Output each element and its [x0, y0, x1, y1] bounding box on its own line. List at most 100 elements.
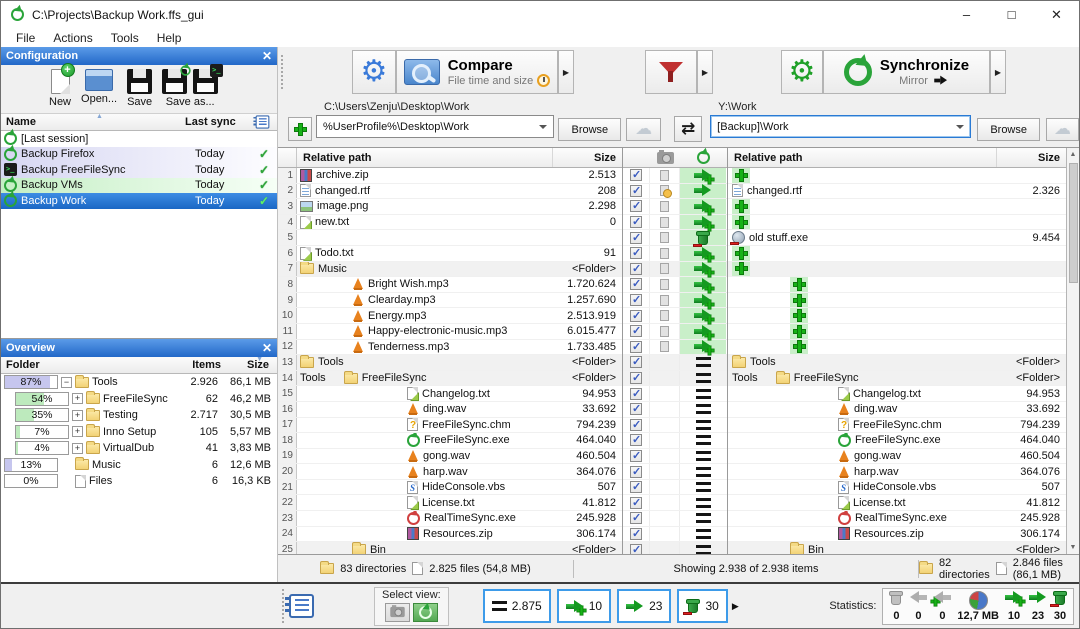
config-row[interactable]: Backup WorkToday✓: [1, 193, 277, 209]
menu-actions[interactable]: Actions: [44, 31, 101, 45]
overview-row[interactable]: 87%−Tools2.92686,1 MB: [1, 374, 277, 391]
file-row-left[interactable]: 14ToolsFreeFileSync<Folder>: [278, 371, 622, 387]
file-row-left[interactable]: 8Bright Wish.mp31.720.624: [278, 277, 622, 293]
file-row-right[interactable]: License.txt41.812: [728, 495, 1066, 511]
file-row-left[interactable]: 12Tenderness.mp31.733.485: [278, 340, 622, 356]
sync-action-cell[interactable]: [680, 199, 726, 214]
compare-button[interactable]: Compare File time and size: [396, 50, 558, 94]
file-row-left[interactable]: 3image.png2.298: [278, 199, 622, 215]
action-view-button[interactable]: [680, 148, 726, 167]
file-row-right[interactable]: HideConsole.vbs507: [728, 480, 1066, 496]
sync-action-cell[interactable]: [680, 418, 726, 433]
sync-action-cell[interactable]: [680, 230, 726, 245]
config-row[interactable]: Backup FirefoxToday✓: [1, 147, 277, 163]
scroll-up-icon[interactable]: ▲: [1070, 148, 1077, 161]
include-checkbox[interactable]: [630, 169, 642, 181]
include-checkbox[interactable]: [630, 403, 642, 415]
synchronize-button[interactable]: Synchronize Mirror: [823, 50, 990, 94]
file-row-left[interactable]: 2changed.rtf208: [278, 184, 622, 200]
file-row-left[interactable]: 20harp.wav364.076: [278, 464, 622, 480]
file-row-right[interactable]: Tools<Folder>: [728, 355, 1066, 371]
expander-toggle[interactable]: +: [72, 410, 83, 421]
synchronize-dropdown-button[interactable]: ▶: [990, 50, 1006, 94]
sync-action-cell[interactable]: [680, 340, 726, 355]
overview-row[interactable]: 4%+VirtualDub413,83 MB: [1, 440, 277, 457]
file-row-left[interactable]: 24Resources.zip306.174: [278, 527, 622, 543]
file-row-right[interactable]: Resources.zip306.174: [728, 527, 1066, 543]
bottombar-gripper[interactable]: [282, 589, 284, 623]
save-as-batch-icon[interactable]: [193, 69, 218, 94]
filter-dropdown-button[interactable]: ▶: [697, 50, 713, 94]
include-checkbox[interactable]: [630, 278, 642, 290]
include-checkbox[interactable]: [630, 294, 642, 306]
sync-action-cell[interactable]: [680, 184, 726, 199]
file-row-left[interactable]: 16ding.wav33.692: [278, 402, 622, 418]
file-row-right[interactable]: [728, 262, 1066, 278]
file-row-right[interactable]: [728, 340, 1066, 356]
sync-action-cell[interactable]: [680, 215, 726, 230]
config-row[interactable]: Backup VMsToday✓: [1, 178, 277, 194]
toolbar-gripper[interactable]: [281, 55, 283, 89]
file-row-left[interactable]: 4new.txt0: [278, 215, 622, 231]
column-relative-path[interactable]: Relative path: [297, 152, 552, 164]
left-path-combo[interactable]: %UserProfile%\Desktop\Work: [316, 115, 554, 138]
include-checkbox[interactable]: [630, 466, 642, 478]
file-row-left[interactable]: 1archive.zip2.513: [278, 168, 622, 184]
sync-action-cell[interactable]: [680, 355, 726, 370]
file-row-right[interactable]: [728, 293, 1066, 309]
sync-action-cell[interactable]: [680, 464, 726, 479]
overview-row[interactable]: 35%+Testing2.71730,5 MB: [1, 407, 277, 424]
column-size[interactable]: Size: [996, 148, 1066, 167]
column-size[interactable]: Size: [552, 148, 622, 167]
column-relative-path[interactable]: Relative path: [728, 152, 996, 164]
scrollbar-thumb[interactable]: [1069, 163, 1078, 283]
sync-action-cell[interactable]: [680, 480, 726, 495]
file-row-right[interactable]: Changelog.txt94.953: [728, 386, 1066, 402]
sync-action-cell[interactable]: [680, 168, 726, 183]
right-browse-button[interactable]: Browse: [977, 118, 1040, 141]
include-checkbox[interactable]: [630, 356, 642, 368]
comparison-settings-button[interactable]: ⚙: [352, 50, 396, 94]
view-equal-button[interactable]: 2.875: [483, 589, 551, 623]
file-row-left[interactable]: 7Music<Folder>: [278, 262, 622, 278]
expander-toggle[interactable]: +: [72, 443, 83, 454]
sync-settings-button[interactable]: ⚙: [781, 50, 823, 94]
overview-row[interactable]: 54%+FreeFileSync6246,2 MB: [1, 391, 277, 408]
sync-action-cell[interactable]: [680, 246, 726, 261]
include-checkbox[interactable]: [630, 341, 642, 353]
file-row-left[interactable]: 15Changelog.txt94.953: [278, 386, 622, 402]
menu-file[interactable]: File: [7, 31, 44, 45]
include-checkbox[interactable]: [630, 434, 642, 446]
include-checkbox[interactable]: [630, 200, 642, 212]
file-row-right[interactable]: gong.wav460.504: [728, 449, 1066, 465]
column-folder[interactable]: Folder: [1, 359, 169, 371]
new-config-button[interactable]: + New: [49, 69, 71, 108]
file-row-left[interactable]: 19gong.wav460.504: [278, 449, 622, 465]
more-views-button[interactable]: ▶: [732, 601, 739, 612]
include-checkbox[interactable]: [630, 325, 642, 337]
file-row-right[interactable]: [728, 168, 1066, 184]
file-row-right[interactable]: [728, 277, 1066, 293]
open-config-button[interactable]: Open...: [81, 69, 117, 105]
file-row-right[interactable]: RealTimeSync.exe245.928: [728, 511, 1066, 527]
menu-tools[interactable]: Tools: [102, 31, 148, 45]
file-row-right[interactable]: ding.wav33.692: [728, 402, 1066, 418]
file-row-right[interactable]: [728, 324, 1066, 340]
right-path-combo[interactable]: [Backup]\Work: [710, 115, 971, 138]
sync-action-cell[interactable]: [680, 324, 726, 339]
file-row-right[interactable]: ToolsFreeFileSync<Folder>: [728, 371, 1066, 387]
swap-sides-button[interactable]: ⇄: [674, 116, 702, 142]
view-delete-right-button[interactable]: 30: [677, 589, 727, 623]
left-cloud-button[interactable]: ☁: [626, 118, 661, 141]
sync-action-cell[interactable]: [680, 433, 726, 448]
include-checkbox[interactable]: [630, 247, 642, 259]
filter-button[interactable]: [645, 50, 697, 94]
file-row-right[interactable]: old stuff.exe9.454: [728, 230, 1066, 246]
category-view-toggle[interactable]: [385, 603, 410, 622]
action-view-toggle[interactable]: [413, 603, 438, 622]
minimize-button[interactable]: –: [944, 1, 989, 28]
include-checkbox[interactable]: [630, 310, 642, 322]
file-row-left[interactable]: 21HideConsole.vbs507: [278, 480, 622, 496]
file-row-left[interactable]: 9Clearday.mp31.257.690: [278, 293, 622, 309]
file-row-left[interactable]: 11Happy-electronic-music.mp36.015.477: [278, 324, 622, 340]
